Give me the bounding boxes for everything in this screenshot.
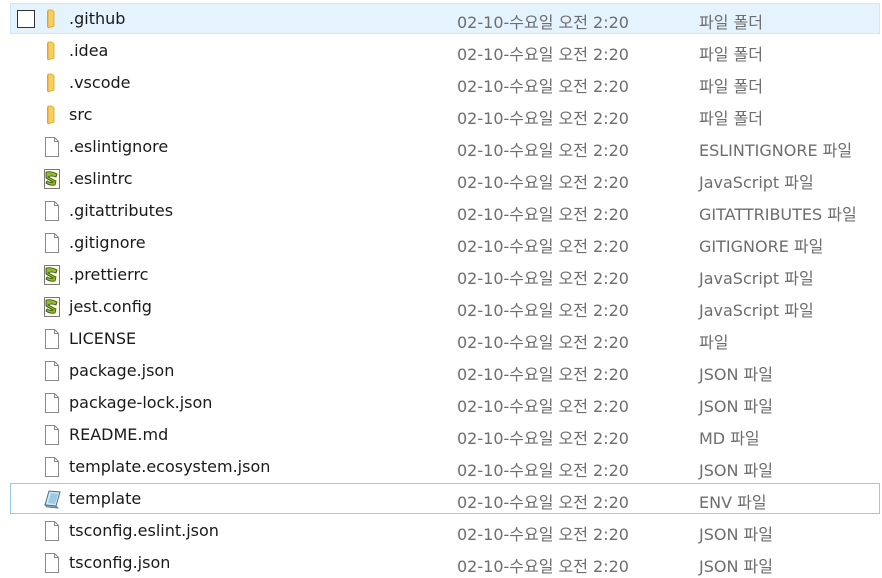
- date-modified: 02-10-수요일 오전 2:20: [457, 429, 629, 448]
- file-name[interactable]: .idea: [69, 41, 108, 60]
- file-row[interactable]: .gitignore 02-10-수요일 오전 2:20 GITIGNORE 파일: [10, 227, 880, 258]
- file-type: JSON 파일: [699, 397, 773, 416]
- folder-icon: [41, 40, 63, 62]
- file-row[interactable]: README.md 02-10-수요일 오전 2:20 MD 파일: [10, 419, 880, 450]
- file-name[interactable]: .eslintrc: [69, 169, 133, 188]
- blank-file-icon: [41, 136, 63, 158]
- file-type: GITIGNORE 파일: [699, 237, 824, 256]
- file-name[interactable]: README.md: [69, 425, 168, 444]
- file-row[interactable]: jest.config 02-10-수요일 오전 2:20 JavaScript 파…: [10, 291, 880, 322]
- date-modified: 02-10-수요일 오전 2:20: [457, 237, 629, 256]
- script-file-icon: [41, 264, 63, 286]
- date-modified: 02-10-수요일 오전 2:20: [457, 77, 629, 96]
- file-name[interactable]: jest.config: [69, 297, 152, 316]
- file-type: JSON 파일: [699, 461, 773, 480]
- blank-file-icon: [41, 552, 63, 574]
- date-modified: 02-10-수요일 오전 2:20: [457, 173, 629, 192]
- file-name[interactable]: .eslintignore: [69, 137, 168, 156]
- file-type: JSON 파일: [699, 557, 773, 576]
- file-row[interactable]: package-lock.json 02-10-수요일 오전 2:20 JSON 파…: [10, 387, 880, 418]
- date-modified: 02-10-수요일 오전 2:20: [457, 525, 629, 544]
- file-type: JavaScript 파일: [699, 269, 814, 288]
- blank-file-icon: [41, 392, 63, 414]
- file-name[interactable]: package.json: [69, 361, 174, 380]
- date-modified: 02-10-수요일 오전 2:20: [457, 333, 629, 352]
- file-type: 파일 폴더: [699, 109, 763, 128]
- file-row[interactable]: src 02-10-수요일 오전 2:20 파일 폴더: [10, 99, 880, 130]
- file-name[interactable]: tsconfig.eslint.json: [69, 521, 219, 540]
- file-type: JavaScript 파일: [699, 301, 814, 320]
- file-row[interactable]: .eslintrc 02-10-수요일 오전 2:20 JavaScript 파일: [10, 163, 880, 194]
- file-row[interactable]: .idea 02-10-수요일 오전 2:20 파일 폴더: [10, 35, 880, 66]
- file-name[interactable]: .gitattributes: [69, 201, 173, 220]
- file-row[interactable]: template 02-10-수요일 오전 2:20 ENV 파일: [10, 483, 880, 514]
- date-modified: 02-10-수요일 오전 2:20: [457, 109, 629, 128]
- date-modified: 02-10-수요일 오전 2:20: [457, 557, 629, 576]
- blank-file-icon: [41, 456, 63, 478]
- file-name[interactable]: template: [69, 489, 141, 508]
- file-row[interactable]: LICENSE 02-10-수요일 오전 2:20 파일: [10, 323, 880, 354]
- file-name[interactable]: .vscode: [69, 73, 130, 92]
- file-name[interactable]: package-lock.json: [69, 393, 212, 412]
- folder-icon: [41, 72, 63, 94]
- folder-icon: [41, 8, 63, 30]
- file-row[interactable]: .eslintignore 02-10-수요일 오전 2:20 ESLINTIGNO…: [10, 131, 880, 162]
- file-type: ESLINTIGNORE 파일: [699, 141, 853, 160]
- blank-file-icon: [41, 360, 63, 382]
- file-row[interactable]: .vscode 02-10-수요일 오전 2:20 파일 폴더: [10, 67, 880, 98]
- folder-icon: [41, 104, 63, 126]
- file-name[interactable]: template.ecosystem.json: [69, 457, 270, 476]
- script-file-icon: [41, 296, 63, 318]
- file-list: .github 02-10-수요일 오전 2:20 파일 폴더 .idea 02-10-…: [0, 0, 882, 578]
- file-row[interactable]: package.json 02-10-수요일 오전 2:20 JSON 파일: [10, 355, 880, 386]
- file-name[interactable]: .gitignore: [69, 233, 146, 252]
- file-name[interactable]: .github: [69, 9, 125, 28]
- date-modified: 02-10-수요일 오전 2:20: [457, 397, 629, 416]
- date-modified: 02-10-수요일 오전 2:20: [457, 141, 629, 160]
- file-type: JSON 파일: [699, 525, 773, 544]
- file-row[interactable]: template.ecosystem.json 02-10-수요일 오전 2:20…: [10, 451, 880, 482]
- file-name[interactable]: .prettierrc: [69, 265, 148, 284]
- date-modified: 02-10-수요일 오전 2:20: [457, 493, 629, 512]
- date-modified: 02-10-수요일 오전 2:20: [457, 301, 629, 320]
- file-name[interactable]: src: [69, 105, 92, 124]
- row-checkbox[interactable]: [17, 10, 35, 28]
- file-name[interactable]: tsconfig.json: [69, 553, 170, 572]
- script-file-icon: [41, 168, 63, 190]
- blank-file-icon: [41, 328, 63, 350]
- date-modified: 02-10-수요일 오전 2:20: [457, 205, 629, 224]
- blank-file-icon: [41, 232, 63, 254]
- date-modified: 02-10-수요일 오전 2:20: [457, 45, 629, 64]
- file-name[interactable]: LICENSE: [69, 329, 136, 348]
- date-modified: 02-10-수요일 오전 2:20: [457, 13, 629, 32]
- blank-file-icon: [41, 424, 63, 446]
- file-type: MD 파일: [699, 429, 760, 448]
- blank-file-icon: [41, 200, 63, 222]
- date-modified: 02-10-수요일 오전 2:20: [457, 269, 629, 288]
- file-type: JSON 파일: [699, 365, 773, 384]
- file-type: 파일: [699, 333, 729, 352]
- file-row[interactable]: tsconfig.json 02-10-수요일 오전 2:20 JSON 파일: [10, 547, 880, 578]
- env-file-icon: [41, 488, 63, 510]
- blank-file-icon: [41, 520, 63, 542]
- date-modified: 02-10-수요일 오전 2:20: [457, 461, 629, 480]
- file-row[interactable]: .prettierrc 02-10-수요일 오전 2:20 JavaScript 파…: [10, 259, 880, 290]
- file-type: 파일 폴더: [699, 45, 763, 64]
- file-type: 파일 폴더: [699, 77, 763, 96]
- file-row[interactable]: tsconfig.eslint.json 02-10-수요일 오전 2:20 JSO…: [10, 515, 880, 546]
- file-type: 파일 폴더: [699, 13, 763, 32]
- file-type: JavaScript 파일: [699, 173, 814, 192]
- file-row[interactable]: .gitattributes 02-10-수요일 오전 2:20 GITATTRIB…: [10, 195, 880, 226]
- date-modified: 02-10-수요일 오전 2:20: [457, 365, 629, 384]
- file-row[interactable]: .github 02-10-수요일 오전 2:20 파일 폴더: [10, 3, 880, 34]
- file-type: ENV 파일: [699, 493, 767, 512]
- file-type: GITATTRIBUTES 파일: [699, 205, 857, 224]
